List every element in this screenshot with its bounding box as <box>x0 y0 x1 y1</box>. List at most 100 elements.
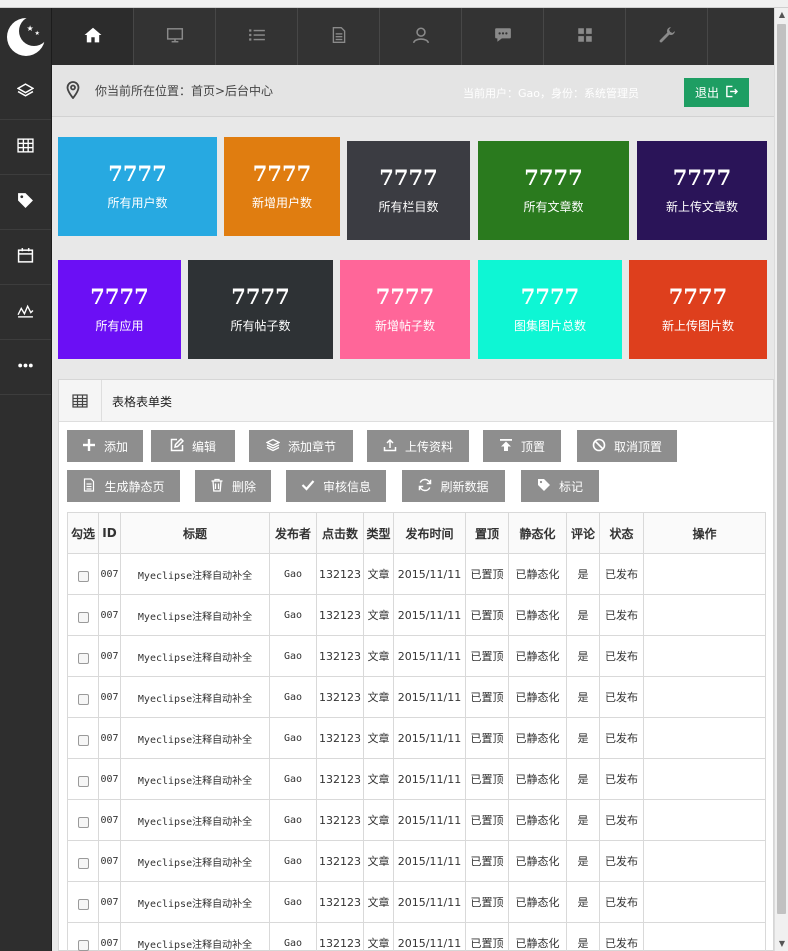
topnav-document[interactable] <box>298 8 380 65</box>
column-header: 状态 <box>599 512 644 554</box>
stat-card[interactable]: 7777 所有用户数 <box>58 137 217 236</box>
static-page-button[interactable]: 生成静态页 <box>67 470 180 502</box>
page-scrollbar[interactable]: ▲ ▼ <box>774 8 788 951</box>
add-button[interactable]: 添加 <box>67 430 143 462</box>
topnav-settings[interactable] <box>626 8 708 65</box>
stat-card[interactable]: 7777 新增用户数 <box>224 137 340 236</box>
check-icon <box>301 478 315 495</box>
add-chapter-label: 添加章节 <box>287 439 336 454</box>
row-date: 2015/11/11 <box>393 840 466 882</box>
stat-card[interactable]: 7777 所有帖子数 <box>188 260 333 359</box>
topnav-monitor[interactable] <box>134 8 216 65</box>
stat-label: 新增帖子数 <box>374 319 435 333</box>
row-actions <box>643 799 766 841</box>
stat-card[interactable]: 7777 新上传图片数 <box>629 260 767 359</box>
row-id: 007 <box>98 881 121 923</box>
table-icon <box>59 380 102 422</box>
row-checkbox[interactable] <box>77 734 89 746</box>
review-button[interactable]: 审核信息 <box>286 470 386 502</box>
add-chapter-button[interactable]: 添加章节 <box>249 430 353 462</box>
upload-icon <box>383 438 397 455</box>
row-author: Gao <box>269 676 317 718</box>
user-icon <box>412 26 430 47</box>
row-checkbox[interactable] <box>77 775 89 787</box>
row-type: 文章 <box>363 594 394 636</box>
row-comment: 是 <box>566 594 600 636</box>
scroll-thumb[interactable] <box>777 24 786 914</box>
row-static: 已静态化 <box>508 881 567 923</box>
logout-button[interactable]: 退出 <box>684 78 749 107</box>
row-comment: 是 <box>566 717 600 759</box>
more-icon <box>17 357 34 377</box>
stat-card[interactable]: 7777 图集图片总数 <box>478 260 622 359</box>
review-label: 审核信息 <box>322 479 371 494</box>
layers-icon <box>265 438 281 455</box>
sidebar-item-tag[interactable] <box>0 175 51 230</box>
sidebar-item-chart[interactable] <box>0 285 51 340</box>
row-type: 文章 <box>363 881 394 923</box>
edit-button[interactable]: 编辑 <box>151 430 235 462</box>
row-checkbox[interactable] <box>77 939 89 951</box>
topnav-user[interactable] <box>380 8 462 65</box>
sidebar-item-layers[interactable] <box>0 65 51 120</box>
sidebar-item-calendar[interactable] <box>0 230 51 285</box>
row-type: 文章 <box>363 840 394 882</box>
row-title: Myeclipse注释自动补全 <box>120 758 270 800</box>
stat-value: 7777 <box>90 284 149 309</box>
row-pinned: 已置顶 <box>465 758 509 800</box>
topnav-apps[interactable] <box>544 8 626 65</box>
topnav-list[interactable] <box>216 8 298 65</box>
trash-icon <box>210 478 224 495</box>
row-author: Gao <box>269 594 317 636</box>
row-checkbox[interactable] <box>77 693 89 705</box>
row-checkbox[interactable] <box>77 857 89 869</box>
monitor-icon <box>166 26 184 47</box>
stat-card[interactable]: 7777 所有栏目数 <box>347 141 470 240</box>
column-header: 静态化 <box>508 512 567 554</box>
topnav-chat[interactable] <box>462 8 544 65</box>
row-checkbox[interactable] <box>77 898 89 910</box>
stat-card[interactable]: 7777 所有应用 <box>58 260 181 359</box>
delete-label: 删除 <box>231 479 256 494</box>
stat-card[interactable]: 7777 新增帖子数 <box>340 260 470 359</box>
row-type: 文章 <box>363 717 394 759</box>
sidebar-item-more[interactable] <box>0 340 51 395</box>
row-checkbox[interactable] <box>77 570 89 582</box>
tag-icon <box>537 478 551 495</box>
pin-label: 顶置 <box>520 439 545 454</box>
row-status: 已发布 <box>599 758 644 800</box>
mark-button[interactable]: 标记 <box>521 470 599 502</box>
delete-button[interactable]: 删除 <box>195 470 271 502</box>
stat-card[interactable]: 7777 新上传文章数 <box>637 141 767 240</box>
row-actions <box>643 676 766 718</box>
row-type: 文章 <box>363 758 394 800</box>
row-checkbox[interactable] <box>77 652 89 664</box>
column-header: 类型 <box>363 512 394 554</box>
stat-card[interactable]: 7777 所有文章数 <box>478 141 629 240</box>
tag-icon <box>17 192 34 212</box>
row-author: Gao <box>269 635 317 677</box>
row-comment: 是 <box>566 881 600 923</box>
row-pinned: 已置顶 <box>465 922 509 951</box>
row-date: 2015/11/11 <box>393 553 466 595</box>
pin-button[interactable]: 顶置 <box>483 430 561 462</box>
upload-button[interactable]: 上传资料 <box>367 430 469 462</box>
row-pinned: 已置顶 <box>465 881 509 923</box>
unpin-button[interactable]: 取消顶置 <box>577 430 677 462</box>
row-date: 2015/11/11 <box>393 758 466 800</box>
row-static: 已静态化 <box>508 758 567 800</box>
scroll-down-arrow-icon[interactable]: ▼ <box>775 937 788 951</box>
logo[interactable]: ★ ★ <box>0 8 51 65</box>
refresh-button[interactable]: 刷新数据 <box>402 470 505 502</box>
row-comment: 是 <box>566 676 600 718</box>
chat-icon <box>494 26 512 47</box>
stat-value: 7777 <box>108 161 167 186</box>
row-checkbox[interactable] <box>77 611 89 623</box>
column-header: ID <box>98 512 121 554</box>
sidebar-item-table[interactable] <box>0 120 51 175</box>
row-checkbox[interactable] <box>77 816 89 828</box>
row-static: 已静态化 <box>508 635 567 677</box>
static-page-label: 生成静态页 <box>104 479 165 494</box>
topnav-home[interactable] <box>52 8 134 65</box>
scroll-up-arrow-icon[interactable]: ▲ <box>775 8 788 22</box>
